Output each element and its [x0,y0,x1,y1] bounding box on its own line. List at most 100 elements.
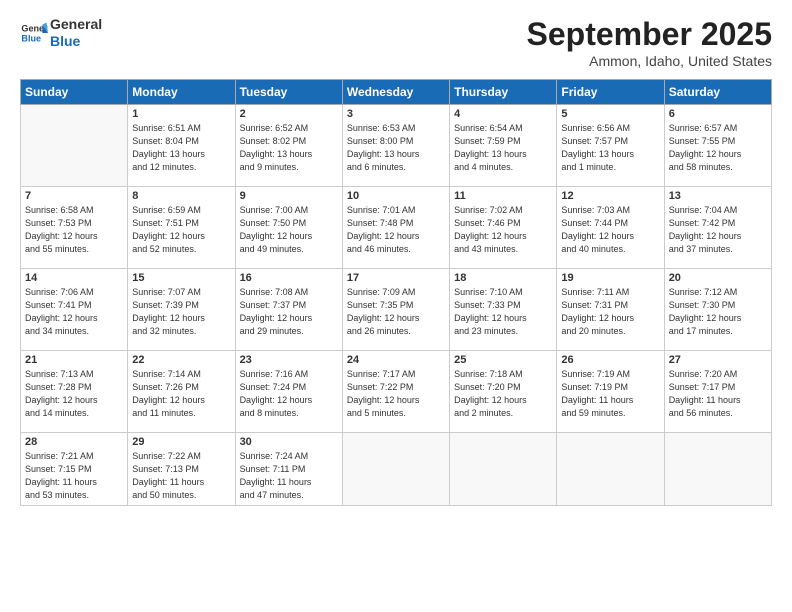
day-number: 6 [669,108,767,120]
logo-icon: General Blue [20,19,48,47]
col-header-thursday: Thursday [450,80,557,105]
day-info: Sunrise: 7:00 AMSunset: 7:50 PMDaylight:… [240,204,338,256]
day-number: 11 [454,190,552,202]
week-row-4: 21Sunrise: 7:13 AMSunset: 7:28 PMDayligh… [21,351,772,433]
day-number: 15 [132,272,230,284]
day-info: Sunrise: 6:54 AMSunset: 7:59 PMDaylight:… [454,122,552,174]
day-info: Sunrise: 7:04 AMSunset: 7:42 PMDaylight:… [669,204,767,256]
day-cell: 5 Sunrise: 6:56 AMSunset: 7:57 PMDaylight… [557,105,664,187]
col-header-sunday: Sunday [21,80,128,105]
day-number: 1 [132,108,230,120]
header-row: SundayMondayTuesdayWednesdayThursdayFrid… [21,80,772,105]
day-info: Sunrise: 6:59 AMSunset: 7:51 PMDaylight:… [132,204,230,256]
day-info: Sunrise: 7:14 AMSunset: 7:26 PMDaylight:… [132,368,230,420]
day-number: 21 [25,354,123,366]
day-number: 20 [669,272,767,284]
day-cell: 20Sunrise: 7:12 AMSunset: 7:30 PMDayligh… [664,269,771,351]
day-number: 14 [25,272,123,284]
day-cell [557,433,664,506]
day-cell: 6 Sunrise: 6:57 AMSunset: 7:55 PMDaylight… [664,105,771,187]
day-cell: 30 Sunrise: 7:24 AMSunset: 7:11 PMDayligh… [235,433,342,506]
day-info: Sunrise: 7:21 AMSunset: 7:15 PMDaylight:… [25,450,123,502]
location: Ammon, Idaho, United States [527,53,772,69]
day-info: Sunrise: 6:57 AMSunset: 7:55 PMDaylight:… [669,122,767,174]
day-cell: 29Sunrise: 7:22 AMSunset: 7:13 PMDayligh… [128,433,235,506]
day-cell: 16 Sunrise: 7:08 AMSunset: 7:37 PMDayligh… [235,269,342,351]
day-info: Sunrise: 7:24 AMSunset: 7:11 PMDaylight:… [240,450,338,502]
day-info: Sunrise: 6:58 AMSunset: 7:53 PMDaylight:… [25,204,123,256]
day-cell: 26 Sunrise: 7:19 AMSunset: 7:19 PMDayligh… [557,351,664,433]
col-header-tuesday: Tuesday [235,80,342,105]
day-number: 25 [454,354,552,366]
day-cell: 4 Sunrise: 6:54 AMSunset: 7:59 PMDaylight… [450,105,557,187]
day-info: Sunrise: 6:56 AMSunset: 7:57 PMDaylight:… [561,122,659,174]
day-cell [342,433,449,506]
day-cell: 15 Sunrise: 7:07 AMSunset: 7:39 PMDayligh… [128,269,235,351]
logo: General Blue General Blue [20,16,102,50]
col-header-monday: Monday [128,80,235,105]
day-info: Sunrise: 7:03 AMSunset: 7:44 PMDaylight:… [561,204,659,256]
day-cell: 17Sunrise: 7:09 AMSunset: 7:35 PMDayligh… [342,269,449,351]
day-number: 3 [347,108,445,120]
col-header-friday: Friday [557,80,664,105]
day-cell: 13 Sunrise: 7:04 AMSunset: 7:42 PMDayligh… [664,187,771,269]
day-cell: 28 Sunrise: 7:21 AMSunset: 7:15 PMDayligh… [21,433,128,506]
day-cell: 12 Sunrise: 7:03 AMSunset: 7:44 PMDayligh… [557,187,664,269]
day-info: Sunrise: 7:19 AMSunset: 7:19 PMDaylight:… [561,368,659,420]
day-number: 17 [347,272,445,284]
day-cell: 24 Sunrise: 7:17 AMSunset: 7:22 PMDayligh… [342,351,449,433]
day-info: Sunrise: 7:16 AMSunset: 7:24 PMDaylight:… [240,368,338,420]
day-cell: 23 Sunrise: 7:16 AMSunset: 7:24 PMDayligh… [235,351,342,433]
day-number: 12 [561,190,659,202]
day-cell: 9Sunrise: 7:00 AMSunset: 7:50 PMDaylight… [235,187,342,269]
day-number: 18 [454,272,552,284]
day-number: 16 [240,272,338,284]
day-info: Sunrise: 7:10 AMSunset: 7:33 PMDaylight:… [454,286,552,338]
day-number: 13 [669,190,767,202]
day-number: 8 [132,190,230,202]
day-info: Sunrise: 7:01 AMSunset: 7:48 PMDaylight:… [347,204,445,256]
week-row-5: 28 Sunrise: 7:21 AMSunset: 7:15 PMDayligh… [21,433,772,506]
day-number: 2 [240,108,338,120]
header: General Blue General Blue September 2025… [20,16,772,69]
day-number: 5 [561,108,659,120]
day-cell [664,433,771,506]
day-cell: 11 Sunrise: 7:02 AMSunset: 7:46 PMDayligh… [450,187,557,269]
day-number: 28 [25,436,123,448]
day-cell: 3 Sunrise: 6:53 AMSunset: 8:00 PMDaylight… [342,105,449,187]
week-row-2: 7 Sunrise: 6:58 AMSunset: 7:53 PMDaylight… [21,187,772,269]
day-number: 22 [132,354,230,366]
day-cell: 27 Sunrise: 7:20 AMSunset: 7:17 PMDayligh… [664,351,771,433]
calendar-table: SundayMondayTuesdayWednesdayThursdayFrid… [20,79,772,506]
day-cell: 19Sunrise: 7:11 AMSunset: 7:31 PMDayligh… [557,269,664,351]
day-info: Sunrise: 6:52 AMSunset: 8:02 PMDaylight:… [240,122,338,174]
day-cell: 21Sunrise: 7:13 AMSunset: 7:28 PMDayligh… [21,351,128,433]
month-title: September 2025 [527,16,772,53]
svg-text:Blue: Blue [21,33,41,43]
day-info: Sunrise: 6:53 AMSunset: 8:00 PMDaylight:… [347,122,445,174]
day-info: Sunrise: 7:08 AMSunset: 7:37 PMDaylight:… [240,286,338,338]
logo-text: Blue [50,33,102,50]
day-number: 30 [240,436,338,448]
day-info: Sunrise: 7:02 AMSunset: 7:46 PMDaylight:… [454,204,552,256]
day-number: 29 [132,436,230,448]
col-header-saturday: Saturday [664,80,771,105]
day-number: 26 [561,354,659,366]
day-number: 19 [561,272,659,284]
week-row-3: 14Sunrise: 7:06 AMSunset: 7:41 PMDayligh… [21,269,772,351]
day-cell: 25Sunrise: 7:18 AMSunset: 7:20 PMDayligh… [450,351,557,433]
day-cell: 8 Sunrise: 6:59 AMSunset: 7:51 PMDaylight… [128,187,235,269]
day-number: 4 [454,108,552,120]
day-number: 23 [240,354,338,366]
week-row-1: 1 Sunrise: 6:51 AMSunset: 8:04 PMDaylight… [21,105,772,187]
day-number: 24 [347,354,445,366]
day-cell: 10Sunrise: 7:01 AMSunset: 7:48 PMDayligh… [342,187,449,269]
day-number: 27 [669,354,767,366]
day-cell: 7 Sunrise: 6:58 AMSunset: 7:53 PMDaylight… [21,187,128,269]
day-number: 7 [25,190,123,202]
day-info: Sunrise: 6:51 AMSunset: 8:04 PMDaylight:… [132,122,230,174]
day-info: Sunrise: 7:20 AMSunset: 7:17 PMDaylight:… [669,368,767,420]
day-info: Sunrise: 7:07 AMSunset: 7:39 PMDaylight:… [132,286,230,338]
day-info: Sunrise: 7:17 AMSunset: 7:22 PMDaylight:… [347,368,445,420]
day-cell: 14Sunrise: 7:06 AMSunset: 7:41 PMDayligh… [21,269,128,351]
